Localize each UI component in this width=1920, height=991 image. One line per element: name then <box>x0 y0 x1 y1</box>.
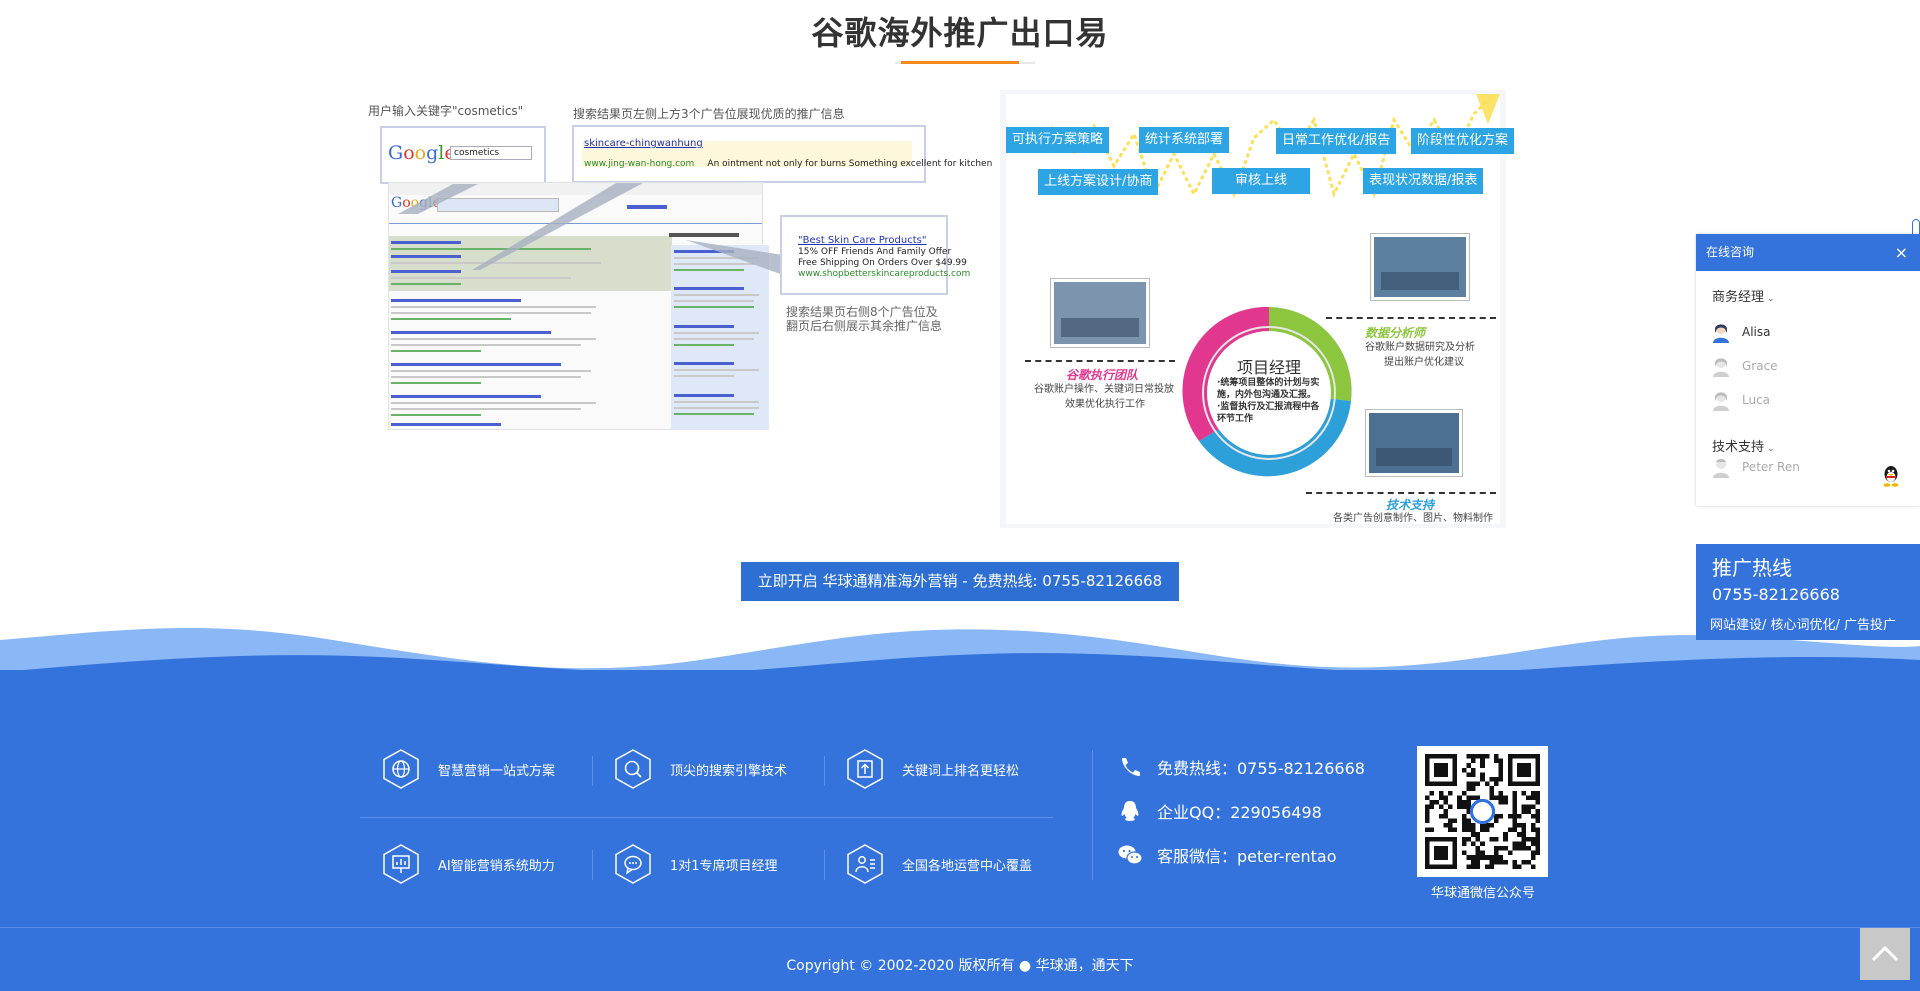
consult-title: 在线咨询 <box>1706 245 1755 259</box>
agent-peter[interactable]: Peter Ren <box>1710 456 1800 478</box>
analyst-role: 数据分析师 <box>1365 326 1426 340</box>
group-business[interactable]: 商务经理 ⌄ <box>1712 286 1775 305</box>
search-icon <box>615 749 651 789</box>
phone-icon <box>1122 758 1140 776</box>
analyst-team-image <box>1371 234 1469 300</box>
contacts-icon <box>847 844 883 884</box>
wechat-icon <box>1118 845 1143 865</box>
analyst-desc-2: 提出账户优化建议 <box>1384 357 1464 368</box>
side-ad-title: "Best Skin Care Products" <box>798 235 927 246</box>
hotline-phone: 0755-82126668 <box>1712 585 1840 604</box>
feature-rank[interactable]: 关键词上排名更轻松 <box>845 749 1019 789</box>
feature-coverage[interactable]: 全国各地运营中心覆盖 <box>845 844 1032 884</box>
promo-hotline[interactable]: 推广热线 0755-82126668 网站建设/ 核心词优化/ 广告投广 <box>1696 544 1920 640</box>
hotline-services: 网站建设/ 核心词优化/ 广告投广 <box>1710 618 1897 633</box>
presentation-icon <box>383 844 419 884</box>
agent-avatar-offline-icon <box>1713 392 1729 411</box>
contact-wechat: 客服微信：peter-rentao <box>1117 843 1337 867</box>
wechat-qr-code <box>1417 746 1548 877</box>
agent-name: Peter Ren <box>1742 460 1800 474</box>
hotline-title: 推广热线 <box>1712 556 1792 580</box>
tech-team-image <box>1366 410 1462 476</box>
agent-name: Grace <box>1742 359 1778 373</box>
feature-label: 关键词上排名更轻松 <box>902 763 1020 779</box>
agent-name: Luca <box>1742 393 1771 407</box>
caption-side-ads-2: 翻页后右侧展示其余推广信息 <box>786 319 943 333</box>
footer <box>0 670 1920 991</box>
center-title: 项目经理 <box>1237 358 1302 377</box>
title-underline <box>895 61 1035 64</box>
feature-label: 顶尖的搜索引擎技术 <box>670 763 788 779</box>
agent-avatar-offline-icon <box>1713 358 1729 377</box>
side-ad-url: www.shopbetterskincareproducts.com <box>798 269 971 279</box>
feature-label: 智慧营销一站式方案 <box>438 763 556 779</box>
agent-name: Alisa <box>1742 325 1771 339</box>
tag-launch-design: 上线方案设计/协商 <box>1038 169 1159 195</box>
feature-pm[interactable]: 1对1专席项目经理 <box>613 844 778 884</box>
team-desc-1: 谷歌账户操作、关键词日常投放 <box>1034 384 1174 395</box>
contact-phone: 免费热线：0755-82126668 <box>1117 755 1365 779</box>
center-desc-4: 环节工作 <box>1217 414 1254 424</box>
feature-one-stop[interactable]: 智慧营销一站式方案 <box>381 749 555 789</box>
qq-icon <box>1121 801 1139 821</box>
section-title: 谷歌海外推广出口易 <box>811 14 1109 52</box>
contact-phone-label: 免费热线：0755-82126668 <box>1157 759 1365 778</box>
team-role: 谷歌执行团队 <box>1066 368 1139 382</box>
chat-icon <box>615 844 651 884</box>
center-desc-1: ·统筹项目整体的计划与实 <box>1217 378 1320 388</box>
contact-qq-label: 企业QQ：229056498 <box>1157 803 1322 822</box>
feature-label: AI智能营销系统助力 <box>438 858 555 874</box>
back-to-top-button[interactable] <box>1860 928 1910 980</box>
feature-label: 1对1专席项目经理 <box>670 858 778 874</box>
consult-header: 在线咨询 × <box>1696 234 1920 271</box>
office-building-image <box>1051 279 1149 347</box>
feature-ai[interactable]: AI智能营销系统助力 <box>381 844 555 884</box>
tech-desc: 各类广告创意制作、图片、物料制作 <box>1333 513 1493 524</box>
cta-button[interactable]: 立即开启 华球通精准海外营销 - 免费热线: 0755-82126668 <box>741 562 1179 601</box>
center-desc-3: ·监督执行及汇报流程中各 <box>1217 402 1320 412</box>
agent-avatar-offline-icon <box>1713 459 1729 478</box>
tag-data-report: 表现状况数据/报表 <box>1363 168 1484 194</box>
tag-stage-optimize: 阶段性优化方案 <box>1411 128 1515 154</box>
page: 谷歌海外推广出口易 用户输入关键字"cosmetics" 搜索结果页左侧上方3个… <box>0 0 1920 991</box>
feature-search-tech[interactable]: 顶尖的搜索引擎技术 <box>613 749 787 789</box>
globe-icon <box>383 749 419 789</box>
chevron-down-icon: ⌄ <box>1767 294 1775 304</box>
workflow-diagram: 可执行方案策略 统计系统部署 日常工作优化/报告 阶段性优化方案 上线方案设计/… <box>1000 90 1515 528</box>
tag-stats-deploy: 统计系统部署 <box>1139 127 1230 153</box>
agent-luca[interactable]: Luca <box>1710 389 1770 411</box>
analyst-desc-1: 谷歌账户数据研究及分析 <box>1365 342 1475 353</box>
side-ad-line2: Free Shipping On Orders Over $49.99 <box>798 258 967 268</box>
chevron-up-icon <box>1871 945 1899 962</box>
tag-review-launch: 审核上线 <box>1212 168 1310 194</box>
chevron-down-icon: ⌄ <box>1767 444 1775 454</box>
serp-illustration: 用户输入关键字"cosmetics" 搜索结果页左侧上方3个广告位展现优质的推广… <box>368 100 992 430</box>
contact-qq: 企业QQ：229056498 <box>1117 799 1322 823</box>
qr-caption: 华球通微信公众号 <box>1430 886 1535 901</box>
team-desc-2: 效果优化执行工作 <box>1065 399 1145 410</box>
center-desc-2: 施，内外包沟通及汇报。 <box>1217 390 1317 400</box>
agent-alisa[interactable]: Alisa <box>1710 321 1770 343</box>
rank-up-icon <box>847 749 883 789</box>
feature-label: 全国各地运营中心覆盖 <box>902 858 1033 874</box>
contact-wechat-label: 客服微信：peter-rentao <box>1157 847 1337 866</box>
group-tech[interactable]: 技术支持 ⌄ <box>1712 436 1775 455</box>
agent-grace[interactable]: Grace <box>1710 355 1778 377</box>
copyright: Copyright © 2002-2020 版权所有 ● 华球通，通天下 <box>786 958 1134 974</box>
qq-penguin-icon[interactable] <box>1880 464 1902 488</box>
side-ad-callout: "Best Skin Care Products" 15% OFF Friend… <box>780 215 970 295</box>
online-consult-panel: 在线咨询 × 商务经理 ⌄ Alisa Grace Luca 技术支持 ⌄ Pe… <box>1696 234 1920 506</box>
tag-daily-optimize: 日常工作优化/报告 <box>1276 128 1397 154</box>
tag-strategy: 可执行方案策略 <box>1006 127 1110 153</box>
close-icon[interactable]: × <box>1895 234 1908 271</box>
side-ad-line1: 15% OFF Friends And Family Offer <box>798 247 952 257</box>
agent-avatar-icon <box>1713 324 1729 343</box>
